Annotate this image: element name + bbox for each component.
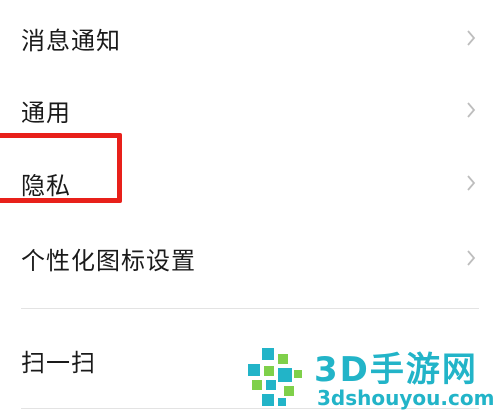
chevron-right-icon bbox=[464, 28, 478, 48]
section-divider bbox=[21, 308, 479, 309]
settings-screen: 消息通知 通用 隐私 个性化图标设置 扫一扫 3D手游网 3dshouyou.c… bbox=[0, 0, 500, 414]
settings-item-scan[interactable]: 扫一扫 bbox=[0, 330, 500, 390]
settings-item-general[interactable]: 通用 bbox=[0, 80, 500, 140]
settings-item-label: 通用 bbox=[21, 98, 71, 127]
chevron-right-icon bbox=[464, 173, 478, 193]
settings-item-label: 消息通知 bbox=[21, 26, 121, 55]
settings-item-privacy[interactable]: 隐私 bbox=[0, 153, 500, 213]
settings-item-label: 隐私 bbox=[21, 171, 71, 200]
chevron-right-icon bbox=[464, 248, 478, 268]
chevron-right-icon bbox=[464, 100, 478, 120]
settings-item-label: 个性化图标设置 bbox=[21, 246, 196, 275]
settings-item-label: 扫一扫 bbox=[21, 348, 96, 377]
settings-item-personalized-icon[interactable]: 个性化图标设置 bbox=[0, 228, 500, 288]
section-divider bbox=[21, 408, 479, 409]
settings-item-message-notification[interactable]: 消息通知 bbox=[0, 8, 500, 68]
